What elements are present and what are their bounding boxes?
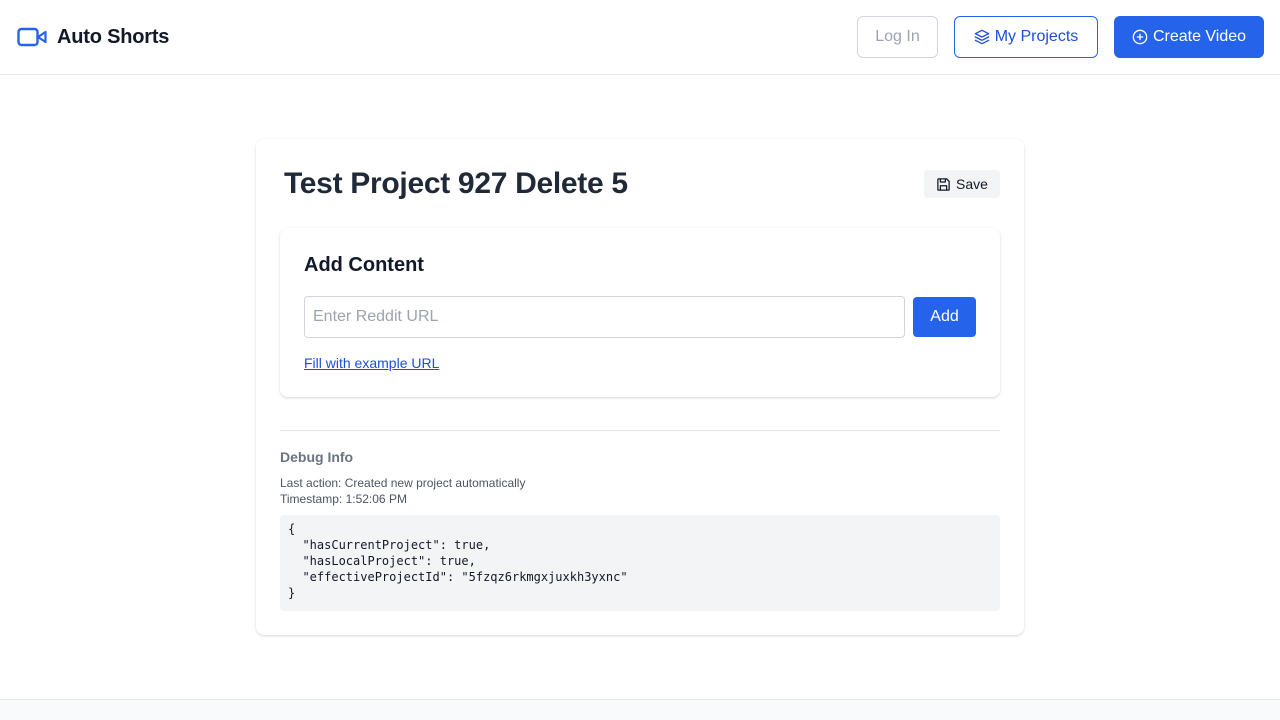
add-content-panel: Add Content Add Fill with example URL	[280, 228, 1000, 397]
login-button-label: Log In	[875, 28, 920, 45]
add-button[interactable]: Add	[913, 297, 976, 337]
save-button[interactable]: Save	[924, 170, 1000, 198]
my-projects-button[interactable]: My Projects	[954, 16, 1098, 58]
login-button[interactable]: Log In	[857, 16, 938, 58]
floppy-disk-icon	[937, 177, 950, 191]
header-actions: Log In My Projects Create Video	[857, 16, 1264, 58]
my-projects-button-label: My Projects	[994, 28, 1079, 45]
reddit-url-input[interactable]	[304, 296, 905, 338]
create-video-button-label: Create Video	[1152, 28, 1247, 45]
project-card: Test Project 927 Delete 5 Save Add Conte…	[256, 139, 1024, 635]
save-button-label: Save	[956, 176, 988, 192]
add-content-heading: Add Content	[304, 254, 424, 276]
brand-name: Auto Shorts	[57, 25, 170, 48]
debug-info-heading: Debug Info	[280, 449, 354, 465]
project-title[interactable]: Test Project 927 Delete 5	[284, 165, 644, 203]
app-header: Auto Shorts Log In My Projects Create Vi…	[0, 0, 1280, 75]
video-camera-icon	[17, 27, 47, 47]
fill-example-url-link[interactable]: Fill with example URL	[304, 355, 439, 371]
brand[interactable]: Auto Shorts	[17, 24, 169, 50]
plus-circle-icon	[1132, 29, 1148, 45]
debug-last-action: Last action: Created new project automat…	[280, 476, 526, 490]
layers-icon	[974, 29, 990, 45]
debug-json: { "hasCurrentProject": true, "hasLocalPr…	[280, 515, 1000, 611]
divider	[280, 430, 1000, 431]
add-button-label: Add	[930, 308, 959, 325]
create-video-button[interactable]: Create Video	[1114, 16, 1264, 58]
footer	[0, 699, 1280, 720]
debug-timestamp: Timestamp: 1:52:06 PM	[280, 492, 407, 506]
